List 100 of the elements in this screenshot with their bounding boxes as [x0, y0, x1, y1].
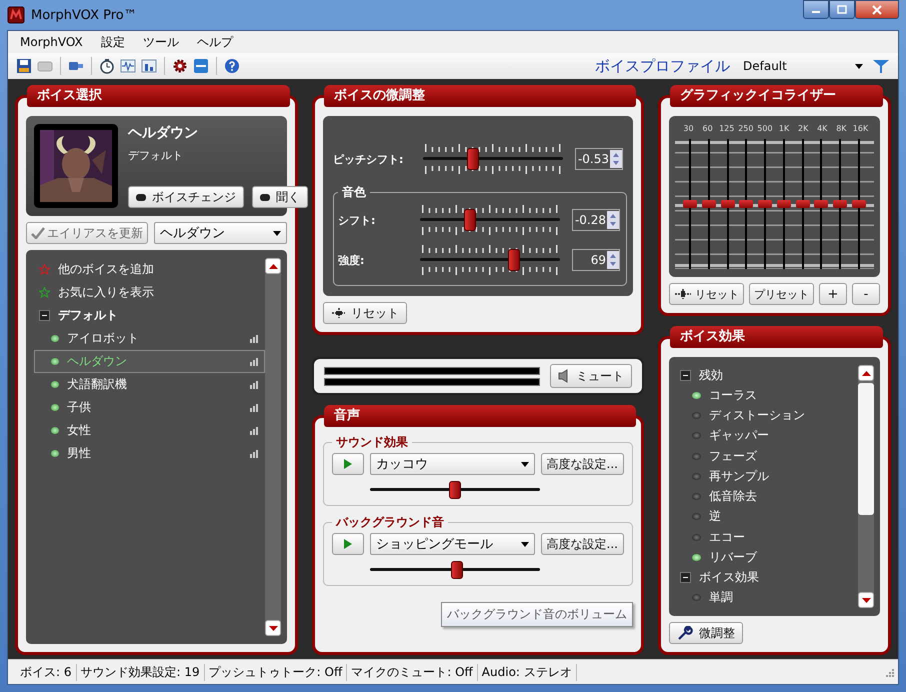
close-button[interactable]	[855, 0, 899, 19]
effect-item[interactable]: 単調	[675, 588, 858, 608]
play-button[interactable]	[332, 533, 364, 555]
scrollbar[interactable]	[858, 365, 874, 608]
effect-item[interactable]: リバーブ	[675, 547, 858, 568]
effect-group[interactable]: ボイス効果	[675, 568, 858, 588]
effect-item[interactable]: ギャッパー	[675, 426, 858, 446]
eq-band-slider[interactable]	[683, 139, 697, 269]
slider-thumb[interactable]	[720, 200, 735, 208]
effect-item[interactable]: フェーズ	[675, 446, 858, 466]
slider-thumb[interactable]	[796, 200, 810, 208]
slider-thumb[interactable]	[758, 200, 772, 208]
alias-dropdown[interactable]: ヘルダウン	[154, 222, 287, 244]
slider-thumb[interactable]	[833, 200, 848, 208]
slider-thumb[interactable]	[449, 481, 461, 499]
value-field[interactable]: 69	[572, 249, 620, 271]
voice-list-item[interactable]: 子供	[34, 396, 265, 419]
collapse-icon[interactable]	[39, 310, 50, 321]
collapse-icon[interactable]	[680, 370, 691, 381]
eq-band-slider[interactable]	[833, 139, 848, 269]
voice-list-item[interactable]: 女性	[34, 419, 265, 442]
update-alias-button[interactable]: エイリアスを更新	[26, 222, 148, 244]
eq-band-slider[interactable]	[852, 139, 866, 269]
pitch-shift-field[interactable]: -0.53	[575, 148, 623, 170]
scroll-thumb[interactable]	[858, 383, 874, 515]
effect-item[interactable]: エコー	[675, 527, 858, 548]
add-button[interactable]: +	[819, 283, 847, 305]
stopwatch-icon[interactable]	[99, 58, 115, 74]
scroll-down-button[interactable]	[265, 620, 281, 636]
voice-list-item[interactable]: 男性	[34, 442, 265, 465]
voice-list-item[interactable]: アイロボット	[34, 327, 265, 350]
volume-slider[interactable]	[370, 561, 540, 579]
menu-item[interactable]: MorphVOX	[20, 35, 83, 49]
eq-band-slider[interactable]	[702, 139, 716, 269]
eq-band-slider[interactable]	[758, 139, 772, 269]
spin-arrows-icon[interactable]	[607, 211, 619, 229]
led-icon[interactable]	[692, 392, 701, 399]
effect-group[interactable]: 残効	[675, 365, 858, 386]
voice-profile-dropdown[interactable]: Default	[739, 56, 867, 76]
resize-grip-icon[interactable]	[884, 667, 894, 677]
menu-item[interactable]: ヘルプ	[196, 34, 233, 50]
chart-icon[interactable]	[141, 58, 157, 74]
collapse-icon[interactable]	[680, 572, 691, 584]
maximize-button[interactable]	[829, 0, 855, 19]
mute-button[interactable]: ミュート	[550, 364, 632, 388]
slider-thumb[interactable]	[450, 561, 463, 579]
voice-change-button[interactable]: ボイスチェンジ	[128, 186, 244, 208]
sound-dropdown[interactable]: カッコウ	[370, 453, 535, 475]
menu-item[interactable]: 設定	[100, 34, 125, 50]
listen-button[interactable]: 聞く	[252, 186, 308, 208]
preset-button[interactable]: プリセット	[749, 283, 814, 305]
advanced-settings-button[interactable]: 高度な設定...	[540, 453, 624, 475]
sound-dropdown[interactable]: ショッピングモール	[370, 533, 535, 555]
slider-thumb[interactable]	[702, 200, 716, 208]
fine-tune-button[interactable]: 微調整	[669, 622, 743, 644]
slider-thumb[interactable]	[814, 200, 828, 208]
eq-band-slider[interactable]	[739, 139, 754, 269]
effect-item[interactable]: 再サンプル	[675, 466, 858, 486]
voice-group[interactable]: デフォルト	[34, 304, 265, 327]
voice-list-item[interactable]: お気に入りを表示	[34, 281, 265, 304]
slider-thumb[interactable]	[467, 148, 480, 170]
menu-item[interactable]: ツール	[142, 34, 179, 50]
timbre-slider[interactable]	[420, 203, 560, 237]
spin-arrows-icon[interactable]	[607, 251, 619, 269]
volume-slider[interactable]	[370, 481, 540, 499]
voice-list-item[interactable]: 犬語翻訳機	[34, 373, 265, 396]
eq-band-slider[interactable]	[796, 139, 810, 269]
play-button[interactable]	[332, 453, 364, 475]
save-icon[interactable]	[16, 58, 32, 74]
filter-icon[interactable]	[872, 57, 890, 75]
led-icon[interactable]	[692, 554, 701, 561]
remove-button[interactable]: -	[852, 283, 880, 305]
timbre-slider[interactable]	[420, 243, 560, 277]
eq-band-slider[interactable]	[720, 139, 735, 269]
voice-list-item[interactable]: ヘルダウン	[34, 350, 265, 373]
pitch-shift-slider[interactable]	[423, 142, 563, 176]
effect-item[interactable]: コーラス	[675, 385, 858, 406]
slider-thumb[interactable]	[776, 200, 791, 208]
scrollbar[interactable]	[265, 258, 281, 636]
advanced-settings-button[interactable]: 高度な設定...	[540, 533, 624, 555]
eq-band-slider[interactable]	[814, 139, 828, 269]
effect-item[interactable]: 逆	[675, 506, 858, 527]
effect-item[interactable]: ディストーション	[675, 406, 858, 426]
eq-band-slider[interactable]	[776, 139, 791, 269]
spin-arrows-icon[interactable]	[610, 150, 622, 168]
slider-thumb[interactable]	[852, 200, 866, 208]
effect-item[interactable]: 低音除去	[675, 486, 858, 507]
slider-thumb[interactable]	[739, 200, 754, 208]
slider-thumb[interactable]	[508, 249, 520, 271]
voice-list-item[interactable]: 他のボイスを追加	[34, 258, 265, 281]
scroll-down-button[interactable]	[858, 592, 874, 608]
slider-thumb[interactable]	[683, 200, 697, 208]
help-icon[interactable]	[224, 58, 240, 74]
reset-button[interactable]: リセット	[669, 283, 744, 305]
waveform-icon[interactable]	[120, 58, 136, 74]
scroll-up-button[interactable]	[858, 365, 874, 381]
scroll-up-button[interactable]	[265, 258, 281, 274]
gear-icon[interactable]	[172, 58, 188, 74]
reset-button[interactable]: リセット	[323, 302, 407, 324]
value-field[interactable]: -0.28	[572, 209, 620, 231]
